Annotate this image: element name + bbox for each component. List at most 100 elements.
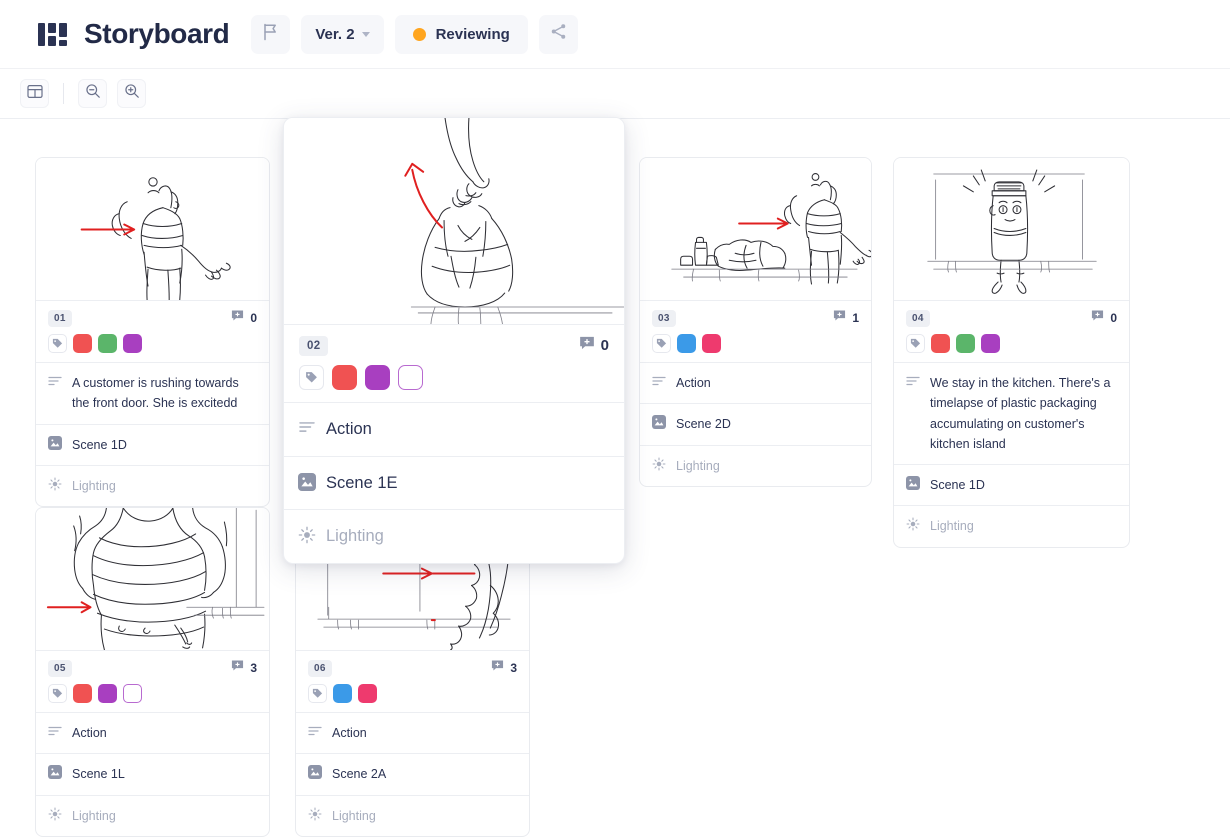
comment-count: 3 xyxy=(510,661,517,675)
card-lighting-field[interactable]: Lighting xyxy=(640,446,871,486)
zoom-in-icon xyxy=(124,83,140,104)
card-comments[interactable]: 0 xyxy=(231,309,257,327)
color-swatch[interactable] xyxy=(677,334,696,353)
status-label: Reviewing xyxy=(435,25,510,43)
card-thumbnail[interactable] xyxy=(894,158,1129,301)
tag-icon[interactable] xyxy=(48,334,67,353)
app-header: Storyboard Ver. 2 Reviewing xyxy=(0,0,1230,69)
color-swatch[interactable] xyxy=(702,334,721,353)
card-action-field[interactable]: A customer is rushing towards the front … xyxy=(36,363,269,425)
card-comments[interactable]: 1 xyxy=(833,309,859,327)
card-lighting-field[interactable]: Lighting xyxy=(36,466,269,506)
card-action-field[interactable]: Action xyxy=(284,403,624,457)
sun-icon xyxy=(308,807,322,826)
card-meta-row: 06 3 xyxy=(296,651,529,677)
card-sequence-number: 01 xyxy=(48,309,72,327)
card-sequence-number: 03 xyxy=(652,309,676,327)
card-tag-row xyxy=(36,677,269,713)
color-swatch[interactable] xyxy=(358,684,377,703)
color-swatch[interactable] xyxy=(73,334,92,353)
card-lighting-field[interactable]: Lighting xyxy=(284,510,624,563)
storyboard-card[interactable]: 04 0 We stay in the kitchen. There's a t… xyxy=(893,157,1130,548)
storyboard-grid: 01 0 A customer is rushing towards the f… xyxy=(0,117,1230,837)
card-scene-field[interactable]: Scene 1E xyxy=(284,457,624,511)
card-scene-field[interactable]: Scene 2D xyxy=(640,404,871,446)
card-comments[interactable]: 0 xyxy=(1091,309,1117,327)
card-tag-row xyxy=(640,327,871,363)
card-tag-row xyxy=(296,677,529,713)
color-swatch[interactable] xyxy=(398,365,423,390)
share-button[interactable] xyxy=(538,14,578,54)
sketch-jar-character-on-counter xyxy=(927,169,1097,294)
image-icon xyxy=(652,415,666,434)
color-swatch[interactable] xyxy=(123,684,142,703)
card-tag-row xyxy=(284,356,624,403)
text-lines-icon xyxy=(48,724,62,742)
board-toolbar xyxy=(0,69,1230,119)
text-lines-icon xyxy=(906,374,920,392)
card-thumbnail[interactable] xyxy=(284,118,624,325)
comment-count: 0 xyxy=(1110,311,1117,325)
card-comments[interactable]: 3 xyxy=(231,659,257,677)
card-scene-field[interactable]: Scene 1D xyxy=(894,465,1129,507)
image-icon xyxy=(298,472,316,496)
card-sequence-number: 05 xyxy=(48,659,72,677)
card-scene-field[interactable]: Scene 1D xyxy=(36,425,269,466)
tag-icon[interactable] xyxy=(652,334,671,353)
card-thumbnail[interactable] xyxy=(36,508,269,651)
card-action-field[interactable]: Action xyxy=(640,363,871,405)
storyboard-card[interactable]: 03 1 Action Scene 2D Lighting xyxy=(639,157,872,487)
grid-view-button[interactable] xyxy=(20,79,49,108)
color-swatch[interactable] xyxy=(956,334,975,353)
card-sequence-number: 02 xyxy=(299,335,329,356)
storyboard-card[interactable]: 01 0 A customer is rushing towards the f… xyxy=(35,157,270,507)
card-lighting-text: Lighting xyxy=(72,808,116,823)
comment-count: 0 xyxy=(250,311,257,325)
color-swatch[interactable] xyxy=(73,684,92,703)
color-swatch[interactable] xyxy=(98,334,117,353)
card-thumbnail[interactable] xyxy=(640,158,871,301)
card-meta-row: 01 0 xyxy=(36,301,269,327)
sketch-hand-holding-shopping-bag xyxy=(404,118,624,324)
card-scene-field[interactable]: Scene 1L xyxy=(36,754,269,796)
card-action-text: A customer is rushing towards the front … xyxy=(72,376,239,411)
comment-add-icon xyxy=(1091,309,1104,327)
chevron-down-icon xyxy=(361,31,370,37)
tag-icon[interactable] xyxy=(48,684,67,703)
color-swatch[interactable] xyxy=(332,365,357,390)
text-lines-icon xyxy=(48,374,62,392)
tag-icon[interactable] xyxy=(906,334,925,353)
card-tag-row xyxy=(894,327,1129,363)
card-action-text: Action xyxy=(332,726,367,740)
zoom-in-button[interactable] xyxy=(117,79,146,108)
tag-icon[interactable] xyxy=(308,684,327,703)
card-comments[interactable]: 3 xyxy=(491,659,517,677)
grid-view-icon xyxy=(26,84,43,104)
storyboard-card[interactable]: 05 3 Action Scene 1L Lighting xyxy=(35,507,270,837)
card-tag-row xyxy=(36,327,269,363)
flag-button[interactable] xyxy=(251,14,291,54)
card-lighting-field[interactable]: Lighting xyxy=(894,506,1129,546)
text-lines-icon xyxy=(652,374,666,392)
card-action-field[interactable]: Action xyxy=(296,713,529,755)
card-scene-field[interactable]: Scene 2A xyxy=(296,754,529,796)
zoom-out-button[interactable] xyxy=(78,79,107,108)
color-swatch[interactable] xyxy=(365,365,390,390)
card-lighting-field[interactable]: Lighting xyxy=(36,796,269,836)
card-scene-text: Scene 2A xyxy=(332,767,387,782)
card-comments[interactable]: 0 xyxy=(579,335,609,356)
color-swatch[interactable] xyxy=(931,334,950,353)
card-thumbnail[interactable] xyxy=(36,158,269,301)
color-swatch[interactable] xyxy=(333,684,352,703)
card-scene-text: Scene 1L xyxy=(72,767,125,782)
card-action-field[interactable]: We stay in the kitchen. There's a timela… xyxy=(894,363,1129,465)
color-swatch[interactable] xyxy=(123,334,142,353)
card-lighting-field[interactable]: Lighting xyxy=(296,796,529,836)
status-badge[interactable]: Reviewing xyxy=(394,14,528,54)
color-swatch[interactable] xyxy=(98,684,117,703)
version-selector[interactable]: Ver. 2 xyxy=(301,14,384,54)
color-swatch[interactable] xyxy=(981,334,1000,353)
storyboard-card[interactable]: 02 0 Action Scene 1E Lighting xyxy=(283,117,625,565)
tag-icon[interactable] xyxy=(299,365,324,390)
card-action-field[interactable]: Action xyxy=(36,713,269,755)
